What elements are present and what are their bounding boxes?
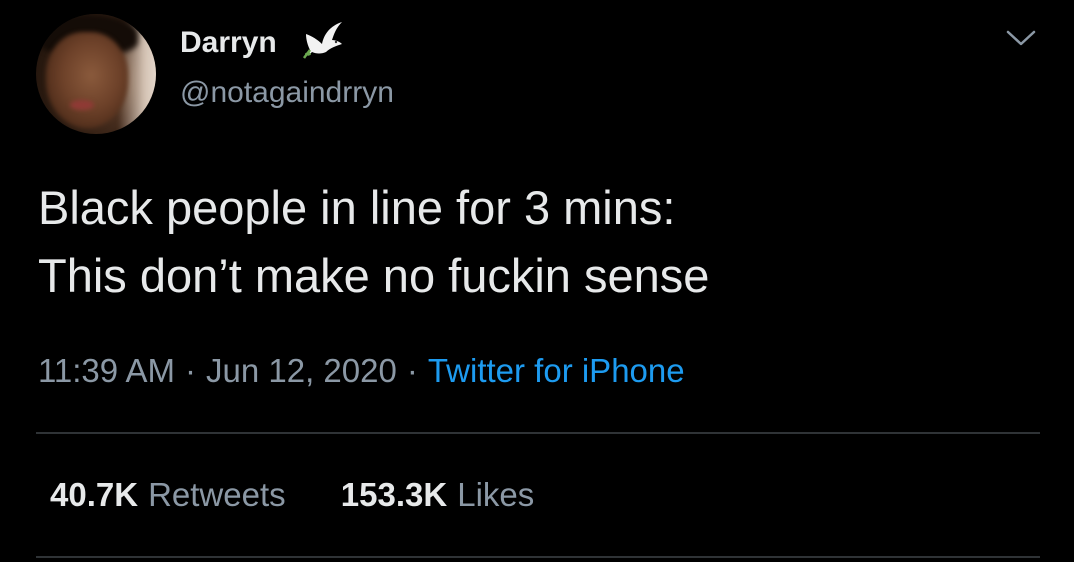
tweet-stats: 40.7K Retweets 153.3K Likes (50, 476, 580, 514)
divider (36, 556, 1040, 558)
retweets-count: 40.7K (50, 476, 139, 513)
tweet-date[interactable]: Jun 12, 2020 (206, 352, 397, 389)
retweets-stat[interactable]: 40.7K Retweets (50, 476, 286, 514)
author-handle[interactable]: @notagaindrryn (180, 76, 394, 110)
tweet-time[interactable]: 11:39 AM (38, 352, 175, 389)
tweet-metadata: 11:39 AM · Jun 12, 2020 · Twitter for iPhone (38, 352, 685, 390)
chevron-down-icon[interactable] (1004, 24, 1038, 52)
likes-stat[interactable]: 153.3K Likes (341, 476, 534, 514)
dove-icon (302, 22, 342, 59)
divider (36, 432, 1040, 434)
separator: · (184, 352, 196, 389)
avatar[interactable] (36, 14, 156, 134)
display-name[interactable]: Darryn (180, 26, 277, 60)
tweet-source-link[interactable]: Twitter for iPhone (428, 352, 685, 389)
retweets-label: Retweets (148, 476, 286, 513)
likes-label: Likes (457, 476, 535, 513)
tweet-text-line: Black people in line for 3 mins: (38, 181, 676, 234)
tweet-text: Black people in line for 3 mins: This do… (38, 174, 1038, 310)
tweet: Darryn @notagaindrryn Black people in li… (0, 0, 1074, 562)
separator: · (406, 352, 418, 389)
tweet-text-line: This don’t make no fuckin sense (38, 249, 710, 302)
likes-count: 153.3K (340, 476, 448, 513)
